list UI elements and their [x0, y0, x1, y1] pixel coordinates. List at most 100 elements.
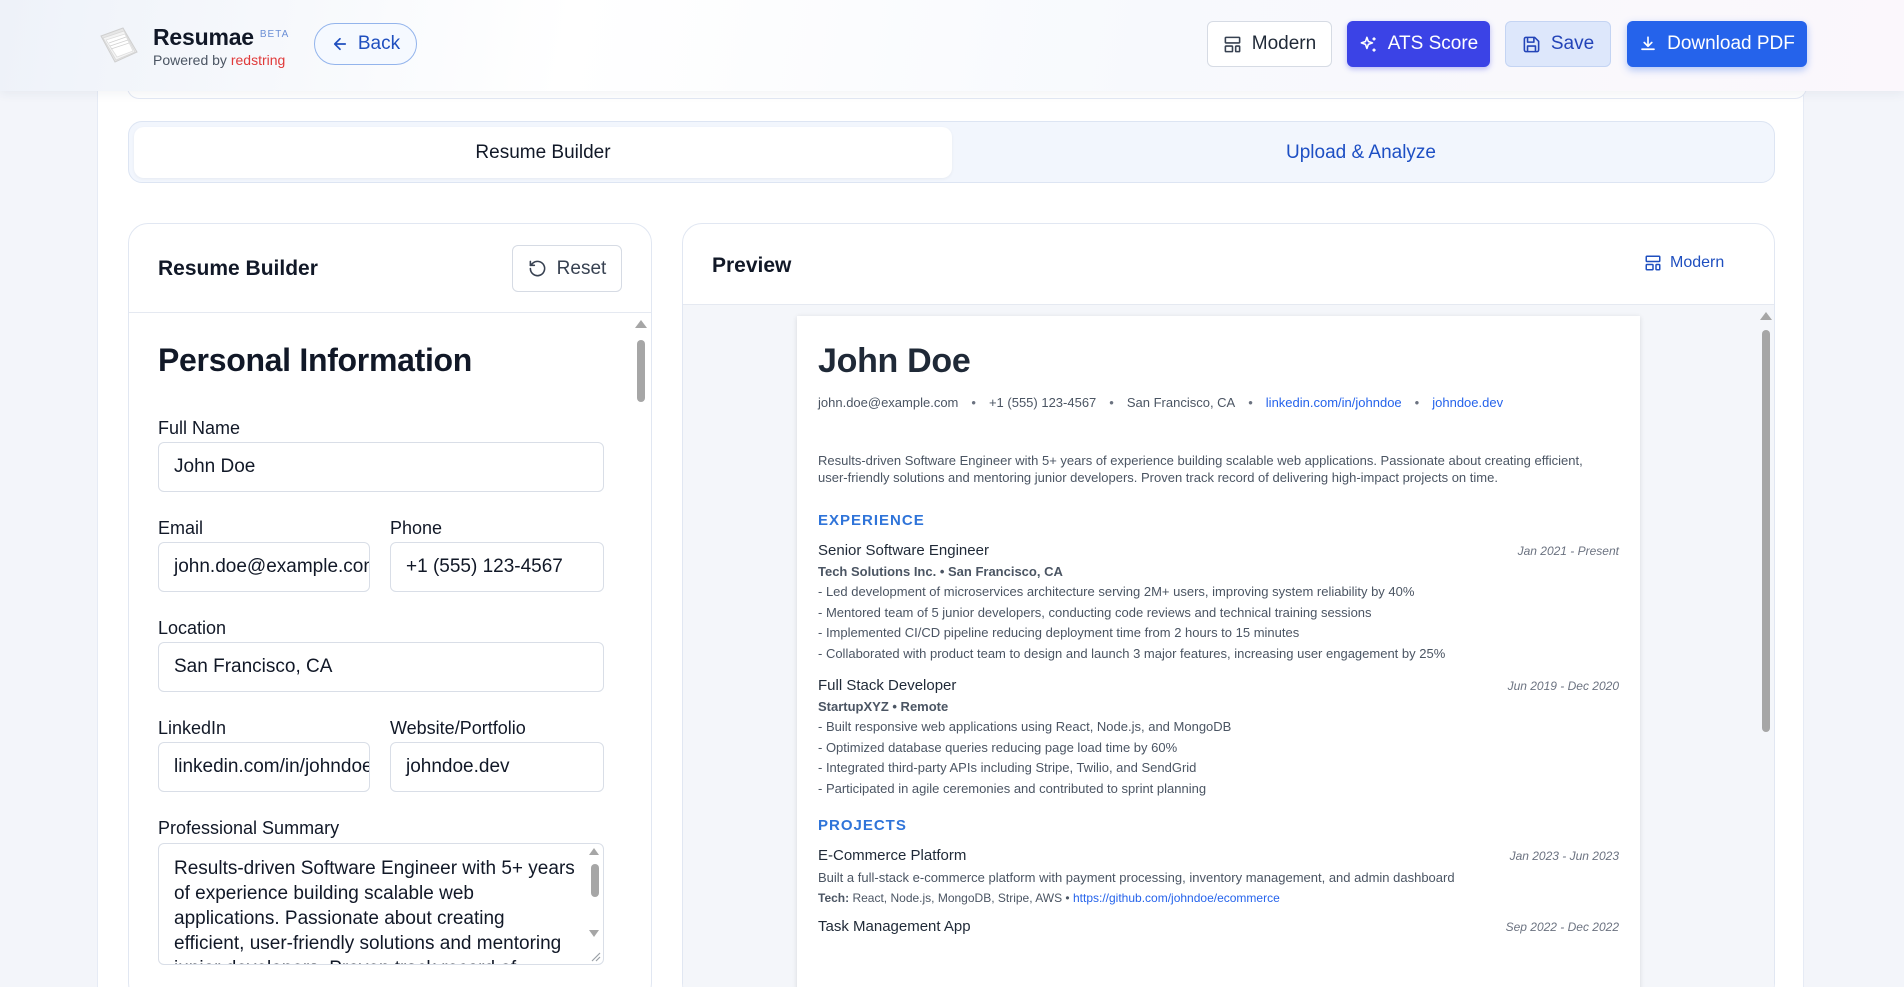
powered-by: Powered by redstring [153, 52, 289, 68]
reset-label: Reset [556, 257, 607, 279]
logo-icon [100, 27, 138, 63]
experience-item: Full Stack Developer Jun 2019 - Dec 2020… [818, 677, 1619, 799]
separator-dot: • [1109, 395, 1114, 410]
project-title: E-Commerce Platform [818, 847, 967, 864]
project-dates: Sep 2022 - Dec 2022 [1505, 920, 1619, 934]
resume-linkedin-link[interactable]: linkedin.com/in/johndoe [1266, 395, 1402, 410]
preview-template-button[interactable]: Modern [1644, 254, 1724, 272]
project-dates: Jan 2023 - Jun 2023 [1509, 849, 1619, 863]
resume-location: San Francisco, CA [1126, 395, 1236, 410]
back-label: Back [357, 33, 401, 54]
job-bullet: - Built responsive web applications usin… [818, 719, 1232, 734]
summary-scroll-up[interactable] [589, 848, 599, 855]
summary-label: Professional Summary [158, 818, 340, 838]
location-label: Location [158, 618, 227, 638]
full-name-label: Full Name [158, 418, 241, 438]
summary-textarea[interactable]: Results-driven Software Engineer with 5+… [158, 843, 604, 965]
preview-title: Preview [712, 254, 792, 277]
mode-tabs: Resume Builder Upload & Analyze [128, 121, 1775, 183]
resume-contact-line: john.doe@example.com • +1 (555) 123-4567… [818, 395, 1619, 410]
sparkles-icon [1360, 36, 1376, 52]
ats-score-label: ATS Score [1387, 33, 1479, 54]
preview-scrollbar[interactable] [1760, 312, 1772, 987]
summary-scroll-thumb[interactable] [591, 864, 599, 897]
job-bullet: - Collaborated with product team to desi… [818, 645, 1446, 661]
job-bullet: - Led development of microservices archi… [818, 584, 1415, 599]
project-tech-label: Tech: [818, 891, 850, 905]
summary-scroll-down[interactable] [589, 930, 599, 937]
job-title: Full Stack Developer [818, 677, 957, 694]
job-company: StartupXYZ • Remote [818, 699, 949, 714]
job-company: Tech Solutions Inc. • San Francisco, CA [818, 564, 1063, 579]
job-dates: Jan 2021 - Present [1517, 544, 1619, 558]
scroll-up-arrow[interactable] [635, 320, 647, 328]
job-bullet: - Mentored team of 5 junior developers, … [818, 604, 1372, 620]
job-bullet: - Participated in agile ceremonies and c… [818, 780, 1207, 796]
phone-label: Phone [390, 518, 443, 538]
email-label: Email [158, 518, 204, 538]
brand-name: Resumae [153, 24, 254, 50]
app-header: Resumae BETA Powered by redstring Back Mo… [0, 0, 1904, 91]
template-button[interactable]: Modern [1207, 21, 1332, 67]
rotate-ccw-icon [529, 260, 546, 277]
powered-by-brand[interactable]: redstring [231, 52, 285, 68]
template-button-label: Modern [1251, 33, 1317, 54]
save-label: Save [1550, 33, 1595, 54]
full-name-input[interactable]: John Doe [158, 442, 604, 492]
preview-scroll-thumb[interactable] [1762, 330, 1770, 732]
website-input[interactable]: johndoe.dev [390, 742, 604, 792]
resize-handle-icon[interactable] [589, 950, 601, 962]
layout-template-icon [1645, 255, 1661, 271]
location-input[interactable]: San Francisco, CA [158, 642, 604, 692]
project-tech-list: React, Node.js, MongoDB, Stripe, AWS • [849, 891, 1073, 905]
summary-scrollbar[interactable] [587, 844, 603, 964]
summary-text: Results-driven Software Engineer with 5+… [174, 858, 575, 964]
download-icon [1641, 36, 1655, 51]
tab-resume-builder[interactable]: Resume Builder [134, 127, 952, 178]
projects-heading: PROJECTS [818, 817, 907, 834]
layout-template-icon [1224, 36, 1241, 52]
separator-dot: • [1414, 395, 1420, 410]
resume-paper: John Doe john.doe@example.com • +1 (555)… [797, 316, 1640, 987]
project-tech: Tech: React, Node.js, MongoDB, Stripe, A… [818, 891, 1619, 905]
reset-button[interactable]: Reset [512, 245, 622, 292]
scroll-thumb[interactable] [637, 340, 645, 402]
builder-card: Resume Builder Reset Personal Informatio… [128, 223, 652, 987]
download-pdf-button[interactable]: Download PDF [1627, 21, 1807, 67]
website-label: Website/Portfolio [390, 718, 526, 738]
resume-phone: +1 (555) 123-4567 [988, 395, 1097, 410]
resume-email: john.doe@example.com [818, 395, 959, 410]
email-input[interactable]: john.doe@example.com [158, 542, 370, 592]
job-bullet: - Integrated third-party APIs including … [818, 760, 1197, 775]
arrow-left-icon [333, 37, 346, 51]
builder-divider [129, 312, 651, 313]
ats-score-button[interactable]: ATS Score [1347, 21, 1490, 67]
project-link[interactable]: https://github.com/johndoe/ecommerce [1073, 891, 1280, 905]
linkedin-label: LinkedIn [158, 718, 227, 738]
separator-dot: • [971, 395, 976, 410]
project-item: E-Commerce Platform Jan 2023 - Jun 2023 … [818, 847, 1619, 905]
save-button[interactable]: Save [1505, 21, 1611, 67]
experience-item: Senior Software Engineer Jan 2021 - Pres… [818, 542, 1619, 664]
job-title: Senior Software Engineer [818, 542, 989, 559]
powered-by-prefix: Powered by [153, 52, 231, 68]
brand: Resumae BETA Powered by redstring [153, 24, 289, 68]
project-description: Built a full-stack e-commerce platform w… [818, 870, 1455, 885]
experience-heading: EXPERIENCE [818, 512, 925, 529]
resume-website-link[interactable]: johndoe.dev [1432, 395, 1503, 410]
preview-scroll-up[interactable] [1760, 312, 1772, 320]
download-pdf-label: Download PDF [1667, 33, 1795, 54]
back-button[interactable]: Back [314, 23, 417, 65]
personal-info-heading: Personal Information [158, 342, 473, 378]
preview-card: Preview Modern John Doe john.doe@example… [682, 223, 1775, 987]
resume-summary: Results-driven Software Engineer with 5+… [818, 453, 1583, 485]
save-icon [1523, 36, 1540, 52]
linkedin-input[interactable]: linkedin.com/in/johndoe [158, 742, 370, 792]
separator-dot: • [1248, 395, 1253, 410]
phone-input[interactable]: +1 (555) 123-4567 [390, 542, 604, 592]
job-bullet: - Implemented CI/CD pipeline reducing de… [818, 625, 1300, 640]
job-dates: Jun 2019 - Dec 2020 [1507, 679, 1619, 693]
resume-name: John Doe [818, 342, 971, 380]
tab-upload-analyze[interactable]: Upload & Analyze [952, 127, 1770, 178]
builder-scrollbar[interactable] [635, 320, 647, 987]
